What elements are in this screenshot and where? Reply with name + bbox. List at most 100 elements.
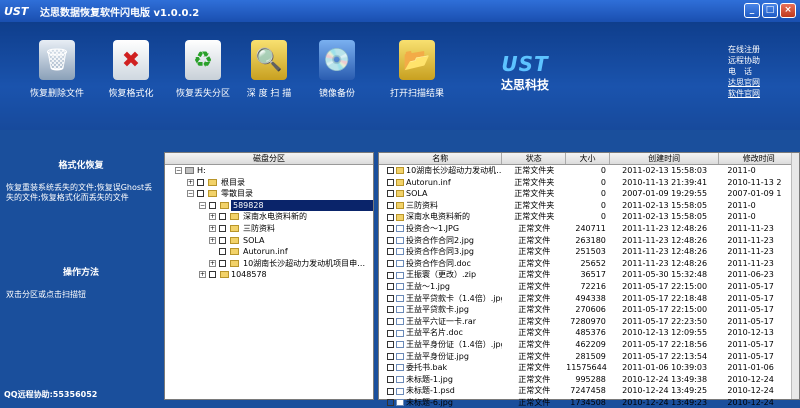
tree-node[interactable]: Autorun.inf (165, 246, 373, 258)
file-row[interactable]: SOLA 正常文件夹 0 2007-01-09 19:29:55 2007-01-09 … (379, 188, 799, 200)
tree-node[interactable]: +10湖南长沙超动力发动机项目申… (165, 258, 373, 270)
file-row[interactable]: Autorun.inf 正常文件夹 0 2010-11-13 21:39:41 2010… (379, 177, 799, 189)
tree-node[interactable]: + 三防资料 (165, 223, 373, 235)
file-row[interactable]: 未标题-1.jpg 正常文件 995288 2010-12-24 13:49:38 20… (379, 374, 799, 386)
checkbox[interactable] (387, 202, 394, 210)
file-row[interactable]: 三防资料 正常文件夹 0 2011-02-13 15:58:05 2011-0 (379, 200, 799, 212)
image-backup-button[interactable]: 💿 镜像备份 (298, 40, 376, 99)
checkbox[interactable] (387, 352, 394, 360)
checkbox[interactable] (219, 259, 226, 267)
column-header-name[interactable]: 名称 (379, 153, 503, 164)
expand-icon[interactable]: + (209, 236, 216, 244)
column-header-size[interactable]: 大小 (566, 153, 610, 164)
expand-icon[interactable]: + (187, 178, 194, 186)
tree-node[interactable]: − H: (165, 165, 373, 177)
tree-node[interactable]: + 深南水电资料新的 (165, 211, 373, 223)
file-row[interactable]: 王益平名片.doc 正常文件 485376 2010-12-13 12:09:55 20… (379, 327, 799, 339)
link-remote-assist[interactable]: 远程协助 (728, 55, 798, 66)
column-header-modified[interactable]: 修改时间 (719, 153, 800, 164)
file-row[interactable]: 未标题-6.jpg 正常文件 1734508 2010-12-24 13:49:23 2… (379, 397, 799, 408)
file-row[interactable]: 王益～1.jpg 正常文件 72216 2011-05-17 22:15:00 2011… (379, 281, 799, 293)
tree-node-selected[interactable]: −589828 (165, 199, 373, 212)
file-status-cell: 正常文件 (518, 293, 551, 303)
column-header-created[interactable]: 创建时间 (610, 153, 720, 164)
vertical-scrollbar[interactable] (791, 153, 799, 399)
checkbox[interactable] (219, 236, 226, 244)
checkbox[interactable] (387, 306, 394, 314)
close-button[interactable]: × (780, 3, 796, 18)
file-row[interactable]: 委托书.bak 正常文件 11575644 2011-01-06 10:39:03 20… (379, 362, 799, 374)
checkbox[interactable] (387, 364, 394, 372)
link-phone: 电 话 (728, 67, 752, 76)
checkbox[interactable] (387, 318, 394, 326)
checkbox[interactable] (387, 399, 394, 407)
folder-icon (208, 178, 217, 186)
file-row[interactable]: 王益平身份证.jpg 正常文件 281509 2011-05-17 22:13:54 2… (379, 351, 799, 363)
expand-icon[interactable]: + (209, 259, 216, 267)
checkbox[interactable] (387, 341, 394, 349)
file-row[interactable]: 投资合作合同.doc 正常文件 25652 2011-11-23 12:48:26 20… (379, 258, 799, 270)
checkbox[interactable] (219, 224, 226, 232)
checkbox[interactable] (387, 213, 394, 221)
file-row[interactable]: 未标题-1.psd 正常文件 7247458 2010-12-24 13:49:25 2… (379, 385, 799, 397)
collapse-icon[interactable]: − (175, 167, 182, 174)
tree-node[interactable]: + 根目录 (165, 177, 373, 189)
checkbox[interactable] (387, 260, 394, 268)
checkbox[interactable] (387, 248, 394, 256)
checkbox[interactable] (387, 387, 394, 395)
expand-icon[interactable]: + (199, 271, 206, 279)
link-software-site[interactable]: 软件官网 (728, 88, 798, 99)
file-row[interactable]: 王益平贷款卡.jpg 正常文件 270606 2011-05-17 22:15:00 2… (379, 304, 799, 316)
checkbox[interactable] (197, 178, 204, 186)
deep-scan-button[interactable]: 🔍 深 度 扫 描 (230, 40, 308, 99)
checkbox[interactable] (387, 283, 394, 291)
checkbox[interactable] (209, 201, 216, 209)
maximize-button[interactable]: □ (762, 3, 778, 18)
checkbox[interactable] (387, 167, 394, 175)
tree-node[interactable]: − 零散目录 (165, 188, 373, 200)
checkbox[interactable] (387, 236, 394, 244)
collapse-icon[interactable]: − (199, 201, 206, 209)
checkbox[interactable] (219, 213, 226, 221)
recover-format-button[interactable]: ✖ 恢复格式化 (92, 40, 170, 99)
file-row[interactable]: 王振寰（更改）.zip 正常文件 36517 2011-05-30 15:32:48 2… (379, 269, 799, 281)
file-icon (396, 341, 404, 349)
collapse-icon[interactable]: − (187, 190, 194, 198)
file-modified-cell: 2011-0 (727, 166, 756, 175)
checkbox[interactable] (387, 271, 394, 279)
file-row[interactable]: 投资合～1.JPG 正常文件 240711 2011-11-23 12:48:26 20… (379, 223, 799, 235)
file-status-cell: 正常文件 (518, 397, 551, 407)
checkbox[interactable] (387, 294, 394, 302)
qq-support[interactable]: QQ远程协助:55356052 (0, 389, 97, 400)
tree-node[interactable]: +1048578 (165, 269, 373, 281)
checkbox[interactable] (387, 375, 394, 383)
checkbox[interactable] (387, 178, 394, 186)
checkbox[interactable] (387, 225, 394, 233)
expand-icon[interactable]: + (209, 224, 216, 232)
checkbox[interactable] (209, 271, 216, 279)
file-row[interactable]: 王益平身份证（1.4倍）.jpg 正常文件 462209 2011-05-17 22:… (379, 339, 799, 351)
checkbox[interactable] (197, 190, 204, 198)
tree-node[interactable]: + SOLA (165, 235, 373, 247)
link-register[interactable]: 在线注册 (728, 44, 798, 55)
link-official-site[interactable]: 达思官网 (728, 77, 798, 88)
column-header-status[interactable]: 状态 (502, 153, 567, 164)
open-scan-result-button[interactable]: 📂 打开扫描结果 (378, 40, 456, 99)
file-row[interactable]: 投资合作合同3.jpg 正常文件 251503 2011-11-23 12:48:26… (379, 246, 799, 258)
minimize-button[interactable]: _ (744, 3, 760, 18)
file-row[interactable]: 王益平贷款卡（1.4倍）.jpg 正常文件 494338 2011-05-17 22:… (379, 293, 799, 305)
file-name-cell: SOLA (379, 188, 502, 200)
recover-deleted-button[interactable]: 🗑 恢复删除文件 (18, 40, 96, 99)
header-links: 在线注册 远程协助 电 话 达思官网 软件官网 (728, 44, 798, 99)
file-row[interactable]: 10湖南长沙超动力发动机… 正常文件夹 0 2011-02-13 15:58:03 20… (379, 165, 799, 177)
expand-icon[interactable]: + (209, 213, 216, 221)
checkbox[interactable] (387, 190, 394, 198)
file-row[interactable]: 深南水电资料新的 正常文件夹 0 2011-02-13 15:58:05 2011-0 (379, 211, 799, 223)
file-created-cell: 2011-11-23 12:48:26 (622, 247, 708, 257)
file-row[interactable]: 王益平六证一卡.rar 正常文件 7280970 2011-05-17 22:23:5… (379, 316, 799, 328)
file-row[interactable]: 投资合作合同2.jpg 正常文件 263180 2011-11-23 12:48:26… (379, 235, 799, 247)
checkbox[interactable] (219, 248, 226, 256)
file-modified-cell: 2010-12-24 (727, 374, 774, 384)
checkbox[interactable] (387, 329, 394, 337)
sidebar-desc-format: 恢复重装系统丢失的文件;恢复误Ghost丢失的文件;恢复格式化而丢失的文件 (6, 183, 153, 202)
